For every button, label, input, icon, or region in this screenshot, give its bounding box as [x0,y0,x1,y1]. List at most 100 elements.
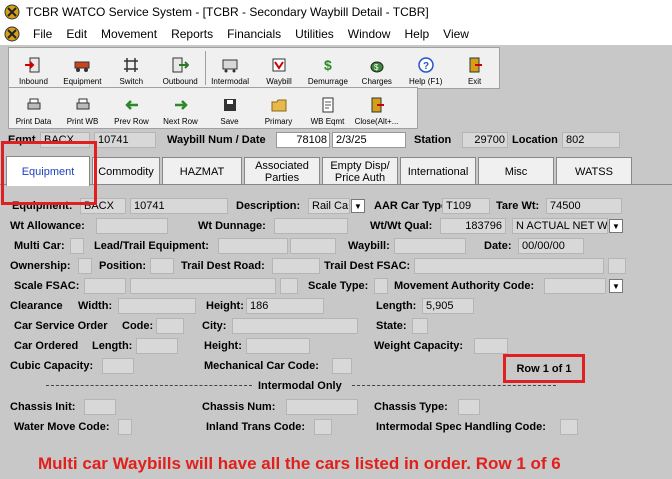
inland-trans-code-field[interactable] [314,419,332,435]
wb-eqmt-button[interactable]: WB Eqmt [303,88,352,128]
mechanical-car-code-field[interactable] [332,358,352,374]
lead-trail-num-field[interactable] [290,238,336,254]
location-field[interactable]: 802 [562,132,620,148]
menu-file[interactable]: File [26,27,59,41]
waybill-multi-field[interactable] [394,238,466,254]
movement-authority-field[interactable] [544,278,606,294]
station-field[interactable]: 29700 [462,132,508,148]
menu-view[interactable]: View [436,27,476,41]
trail-dest-fsac-field[interactable] [414,258,604,274]
intermodal-button[interactable]: Intermodal [206,48,255,88]
demurrage-button[interactable]: $ Demurrage [303,48,352,88]
menu-edit[interactable]: Edit [59,27,94,41]
length-label: Length: [376,300,417,312]
print-data-button[interactable]: Print Data [9,88,58,128]
chevron-down-icon[interactable]: ▼ [351,199,365,213]
scale-type-field[interactable] [374,278,388,294]
state-field[interactable] [412,318,428,334]
tab-associated-parties[interactable]: Associated Parties [244,157,320,185]
waybill-date-field[interactable]: 2/3/25 [332,132,406,148]
wt-allowance-field[interactable] [96,218,168,234]
menu-movement[interactable]: Movement [94,27,164,41]
menu-reports[interactable]: Reports [164,27,220,41]
scale-fsac-field[interactable] [84,278,126,294]
menu-help[interactable]: Help [397,27,436,41]
car-ordered-height-field[interactable] [246,338,310,354]
ownership-field[interactable] [78,258,92,274]
menu-utilities[interactable]: Utilities [288,27,341,41]
waybill-button[interactable]: Waybill [255,48,304,88]
wt-value-field[interactable]: 183796 [440,218,506,234]
document-icon[interactable] [4,26,20,42]
weight-capacity-field[interactable] [474,338,508,354]
code-field[interactable] [156,318,184,334]
date-field[interactable]: 00/00/00 [518,238,584,254]
height-field[interactable]: 186 [246,298,324,314]
trail-dest-fsac-ext-field[interactable] [608,258,626,274]
wt-dunnage-label: Wt Dunnage: [198,220,266,232]
tab-divider [0,184,672,185]
primary-button[interactable]: Primary [254,88,303,128]
equipment-button[interactable]: Equipment [58,48,107,88]
chassis-init-field[interactable] [84,399,116,415]
tab-misc[interactable]: Misc [478,157,554,185]
state-label: State: [376,320,407,332]
tab-watss[interactable]: WATSS [556,157,632,185]
save-button[interactable]: Save [205,88,254,128]
next-row-button[interactable]: Next Row [156,88,205,128]
tare-wt-field[interactable]: 74500 [546,198,622,214]
prev-row-button[interactable]: Prev Row [107,88,156,128]
scale-fsac-desc-field[interactable] [130,278,276,294]
equipment-num-field[interactable]: 10741 [130,198,228,214]
wt-dunnage-field[interactable] [274,218,348,234]
waybill-num-field[interactable]: 78108 [276,132,330,148]
trail-dest-road-field[interactable] [272,258,320,274]
clearance-label: Clearance [10,300,63,312]
scale-fsac-ext-field[interactable] [280,278,298,294]
chassis-type-field[interactable] [458,399,480,415]
exit-button[interactable]: Exit [450,48,499,88]
width-label: Width: [78,300,113,312]
inbound-button[interactable]: Inbound [9,48,58,88]
water-move-code-field[interactable] [118,419,132,435]
description-field[interactable]: Rail Ca [308,198,350,214]
inbound-icon [25,57,40,73]
lead-trail-init-field[interactable] [218,238,288,254]
print-data-icon [27,98,40,110]
car-ordered-length-field[interactable] [136,338,178,354]
chevron-down-icon[interactable]: ▼ [609,279,623,293]
tab-hazmat[interactable]: HAZMAT [162,157,242,185]
wt-qual-field[interactable]: N ACTUAL NET W [512,218,608,234]
close-button[interactable]: Close(Alt+... [352,88,401,128]
description-label: Description: [236,200,301,212]
multi-car-field[interactable] [70,238,84,254]
position-label: Position: [99,260,147,272]
eqmt-num-field[interactable]: 10741 [94,132,156,148]
tab-international[interactable]: International [400,157,476,185]
tab-commodity[interactable]: Commodity [92,157,160,185]
position-field[interactable] [150,258,174,274]
cubic-capacity-field[interactable] [102,358,134,374]
outbound-button[interactable]: Outbound [156,48,205,88]
help-button[interactable]: ? Help (F1) [401,48,450,88]
close-icon [371,97,384,113]
print-wb-button[interactable]: Print WB [58,88,107,128]
chevron-down-icon[interactable]: ▼ [609,219,623,233]
intermodal-spec-handling-field[interactable] [560,419,578,435]
waybill-multi-label: Waybill: [348,240,390,252]
menu-window[interactable]: Window [341,27,398,41]
wb-eqmt-icon [322,97,333,113]
width-field[interactable] [118,298,196,314]
ownership-label: Ownership: [10,260,71,272]
height-label: Height: [206,300,244,312]
svg-text:$: $ [324,57,332,73]
menu-financials[interactable]: Financials [220,27,288,41]
chassis-num-field[interactable] [286,399,358,415]
tab-empty-disp[interactable]: Empty Disp/ Price Auth [322,157,398,185]
charges-button[interactable]: $ Charges [352,48,401,88]
switch-button[interactable]: Switch [107,48,156,88]
length-field[interactable]: 5,905 [422,298,474,314]
city-field[interactable] [232,318,358,334]
city-label: City: [202,320,227,332]
aar-car-type-field[interactable]: T109 [442,198,490,214]
